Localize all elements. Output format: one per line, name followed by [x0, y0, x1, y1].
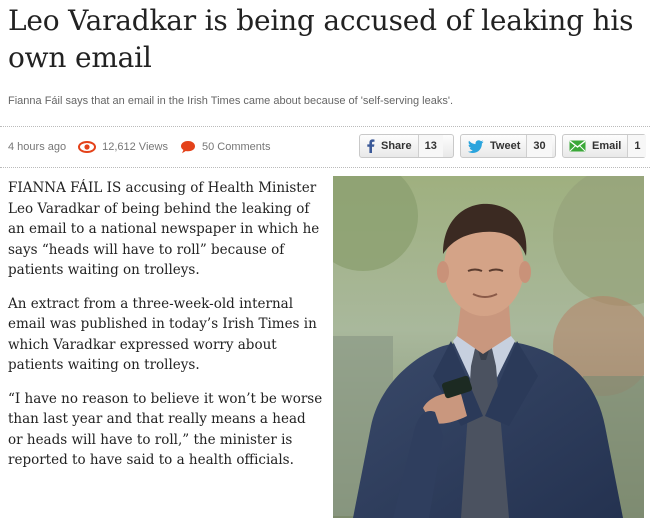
article-body: FIANNA FÁIL IS accusing of Health Minist… — [8, 178, 324, 484]
article-meta-bar: 4 hours ago 12,612 Views 50 Comments Sha… — [0, 126, 650, 168]
envelope-icon — [569, 140, 586, 152]
article-page: Leo Varadkar is being accused of leaking… — [0, 0, 650, 518]
views-label: 12,612 Views — [102, 141, 168, 153]
email-share-label-wrap: Email — [563, 135, 627, 157]
facebook-share-count: 13 — [417, 135, 443, 157]
article-paragraph: An extract from a three-week-old interna… — [8, 295, 317, 374]
twitter-share-count: 30 — [526, 135, 552, 157]
eye-icon — [78, 141, 97, 153]
twitter-share-button[interactable]: Tweet 30 — [460, 134, 556, 158]
twitter-share-label: Tweet — [490, 140, 521, 152]
article-paragraph: FIANNA FÁIL IS accusing of Health Minist… — [8, 180, 320, 278]
article-headline: Leo Varadkar is being accused of leaking… — [8, 4, 634, 74]
facebook-share-label: Share — [381, 140, 412, 152]
email-share-button[interactable]: Email 1 — [562, 134, 647, 158]
published-time: 4 hours ago — [8, 141, 67, 153]
facebook-share-label-wrap: Share — [360, 135, 418, 157]
facebook-icon — [367, 139, 375, 153]
article-stats: 4 hours ago 12,612 Views 50 Comments — [8, 140, 282, 154]
twitter-bird-icon — [467, 139, 484, 153]
facebook-share-button[interactable]: Share 13 — [359, 134, 454, 158]
article-photo — [333, 176, 644, 518]
comments-count[interactable]: 50 Comments — [180, 140, 270, 154]
article-paragraph: “I have no reason to believe it won’t be… — [8, 390, 323, 469]
comment-bubble-icon — [180, 141, 195, 154]
email-share-count: 1 — [627, 135, 647, 157]
twitter-share-label-wrap: Tweet — [461, 135, 526, 157]
email-share-label: Email — [592, 140, 622, 152]
article-subhead: Fianna Fáil says that an email in the Ir… — [8, 95, 454, 107]
comments-label: 50 Comments — [201, 141, 271, 153]
views-count: 12,612 Views — [78, 141, 168, 153]
photo-illustration — [333, 176, 644, 518]
